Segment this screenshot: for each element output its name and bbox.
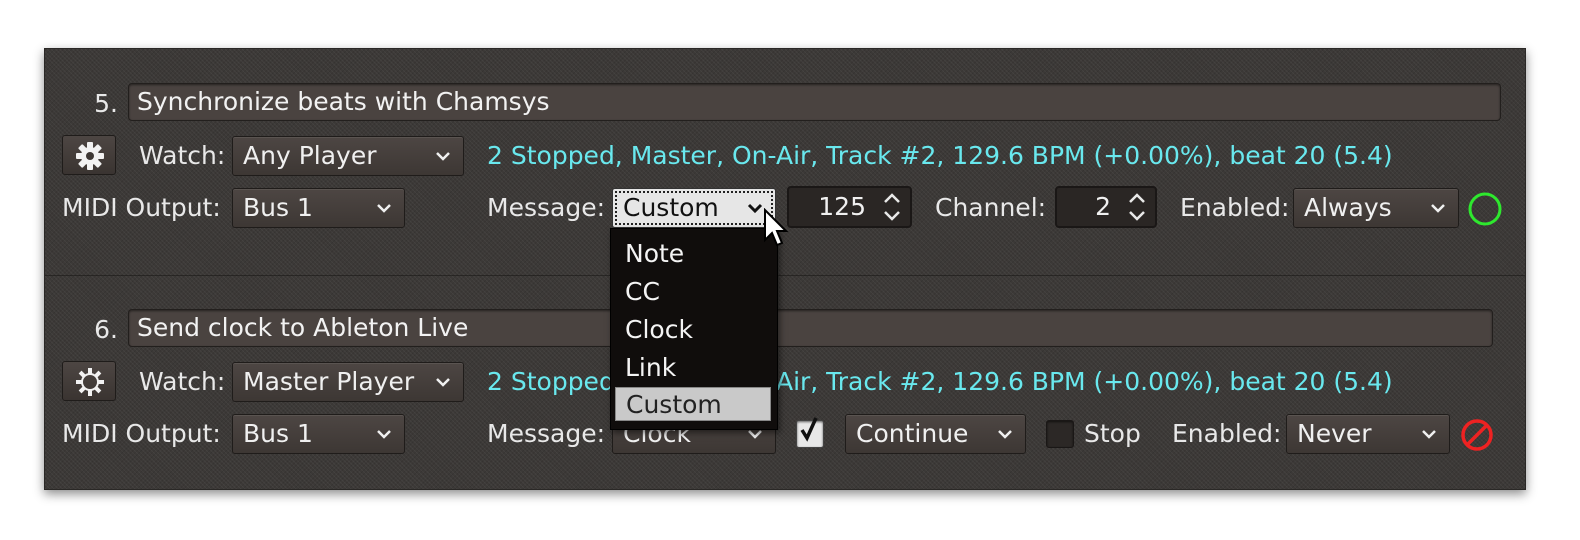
gear-icon — [76, 142, 104, 170]
spinner-arrows-icon[interactable] — [882, 190, 902, 224]
send-checkbox[interactable] — [796, 417, 824, 448]
stop-label: Stop — [1084, 419, 1141, 448]
dropdown-option-note[interactable]: Note — [615, 237, 771, 271]
chevron-down-icon — [998, 430, 1012, 439]
channel-value: 2 — [1095, 192, 1111, 221]
watch-label: Watch: — [139, 141, 226, 170]
note-spinner[interactable]: 125 — [787, 186, 912, 228]
trigger-divider — [45, 275, 1525, 276]
chevron-down-icon — [1431, 204, 1445, 213]
dropdown-option-link[interactable]: Link — [615, 351, 771, 385]
enabled-status-icon — [1468, 192, 1502, 226]
trigger-name-field[interactable]: Synchronize beats with Chamsys — [128, 83, 1501, 121]
message-value: Custom — [623, 193, 719, 222]
player-status-text: 2 Stopped, Master, On-Air, Track #2, 129… — [487, 141, 1393, 170]
message-select[interactable]: Custom — [612, 188, 776, 228]
enabled-label: Enabled: — [1172, 419, 1282, 448]
watch-player-select[interactable]: Master Player — [232, 362, 464, 402]
watch-player-select[interactable]: Any Player — [232, 136, 464, 176]
chevron-down-icon — [377, 430, 391, 439]
trigger-name-field[interactable]: Send clock to Ableton Live — [128, 309, 1493, 347]
watch-player-value: Any Player — [243, 141, 377, 170]
chevron-down-icon — [377, 204, 391, 213]
midi-output-select[interactable]: Bus 1 — [232, 414, 405, 454]
midi-output-value: Bus 1 — [243, 419, 313, 448]
message-label: Message: — [487, 419, 605, 448]
dropdown-option-cc[interactable]: CC — [615, 275, 771, 309]
enabled-label: Enabled: — [1180, 193, 1290, 222]
channel-label: Channel: — [935, 193, 1047, 222]
midi-output-label: MIDI Output: — [62, 419, 221, 448]
watch-label: Watch: — [139, 367, 226, 396]
enabled-value: Always — [1304, 193, 1392, 222]
chevron-down-icon — [436, 378, 450, 387]
dropdown-option-custom[interactable]: Custom — [615, 387, 771, 421]
message-dropdown-list[interactable]: Note CC Clock Link Custom — [610, 228, 778, 430]
watch-player-value: Master Player — [243, 367, 415, 396]
mouse-cursor-icon — [764, 208, 789, 247]
spinner-arrows-icon[interactable] — [1127, 190, 1147, 224]
trigger-number: 6. — [94, 315, 118, 344]
message-label: Message: — [487, 193, 605, 222]
trigger-number: 5. — [94, 89, 118, 118]
trigger-menu-button[interactable] — [62, 135, 116, 175]
send-select[interactable]: Continue — [845, 414, 1026, 454]
trigger-menu-button[interactable] — [62, 361, 116, 401]
prohibited-icon — [1461, 419, 1493, 451]
stop-checkbox[interactable] — [1046, 420, 1074, 448]
enabled-select[interactable]: Never — [1286, 414, 1450, 454]
dropdown-option-clock[interactable]: Clock — [615, 313, 771, 347]
chevron-down-icon — [1422, 430, 1436, 439]
midi-output-select[interactable]: Bus 1 — [232, 188, 405, 228]
midi-output-label: MIDI Output: — [62, 193, 221, 222]
gear-outline-icon — [76, 368, 104, 396]
channel-spinner[interactable]: 2 — [1055, 186, 1157, 228]
midi-output-value: Bus 1 — [243, 193, 313, 222]
checkmark-icon — [800, 417, 818, 442]
enabled-value: Never — [1297, 419, 1372, 448]
send-value: Continue — [856, 419, 969, 448]
chevron-down-icon — [436, 152, 450, 161]
chevron-down-icon — [747, 203, 763, 214]
enabled-select[interactable]: Always — [1293, 188, 1459, 228]
note-value: 125 — [818, 192, 866, 221]
